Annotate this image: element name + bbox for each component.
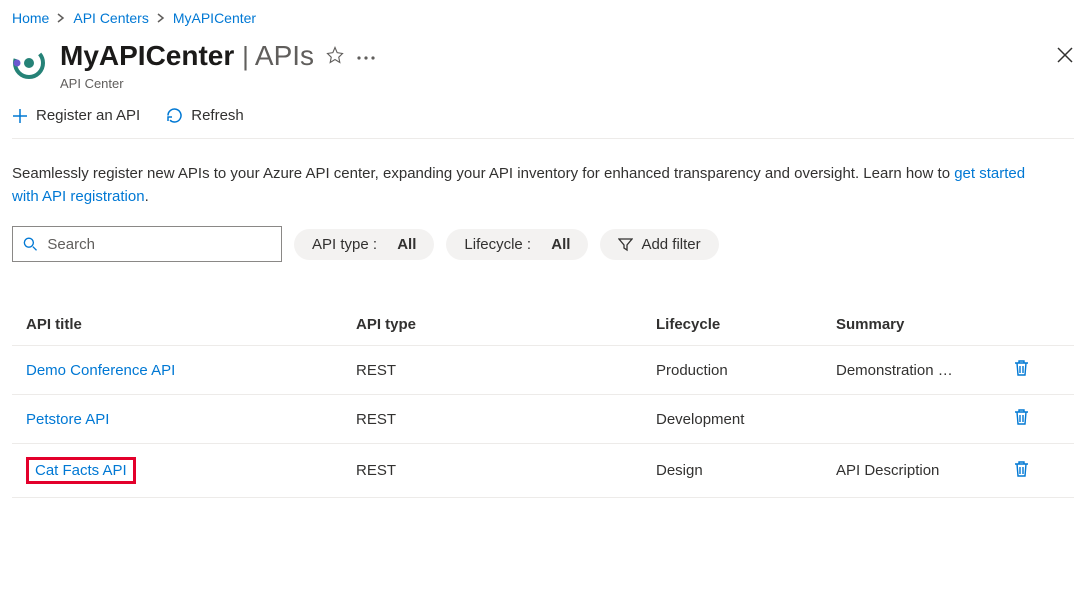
api-link[interactable]: Cat Facts API — [35, 462, 127, 479]
col-summary[interactable]: Summary — [836, 316, 996, 333]
more-icon[interactable] — [356, 48, 376, 64]
table-row[interactable]: Demo Conference API REST Production Demo… — [12, 346, 1074, 395]
refresh-button[interactable]: Refresh — [166, 107, 244, 124]
api-center-icon — [12, 46, 46, 80]
cell-api-type: REST — [356, 411, 656, 428]
page-description: Seamlessly register new APIs to your Azu… — [12, 163, 1032, 208]
table-header: API title API type Lifecycle Summary — [12, 306, 1074, 346]
plus-icon — [12, 108, 28, 124]
search-box[interactable] — [12, 226, 282, 262]
trash-icon — [1013, 460, 1030, 478]
close-icon[interactable] — [1056, 40, 1074, 67]
cell-lifecycle: Production — [656, 362, 836, 379]
col-api-title[interactable]: API title — [26, 316, 356, 333]
trash-icon — [1013, 359, 1030, 377]
cell-api-type: REST — [356, 462, 656, 479]
filters-row: API type : All Lifecycle : All Add filte… — [12, 226, 1074, 262]
search-input[interactable] — [47, 236, 271, 253]
api-link[interactable]: Petstore API — [26, 411, 109, 428]
resource-type-label: API Center — [60, 76, 1042, 91]
col-api-type[interactable]: API type — [356, 316, 656, 333]
favorite-star-icon[interactable] — [326, 46, 344, 67]
cell-summary: Demonstration … — [836, 362, 996, 379]
cell-lifecycle: Design — [656, 462, 836, 479]
add-filter-button[interactable]: Add filter — [600, 229, 718, 260]
breadcrumb-home[interactable]: Home — [12, 10, 49, 26]
breadcrumb-api-centers[interactable]: API Centers — [73, 10, 148, 26]
col-lifecycle[interactable]: Lifecycle — [656, 316, 836, 333]
filter-icon — [618, 237, 633, 252]
command-bar: Register an API Refresh — [12, 107, 1074, 139]
api-link[interactable]: Demo Conference API — [26, 362, 175, 379]
delete-button[interactable] — [1013, 408, 1030, 430]
delete-button[interactable] — [1013, 460, 1030, 482]
cell-summary: API Description — [836, 462, 996, 479]
filter-lifecycle[interactable]: Lifecycle : All — [446, 229, 588, 260]
table-row[interactable]: Cat Facts API REST Design API Descriptio… — [12, 444, 1074, 498]
page-header: MyAPICenter |APIs API Center — [12, 40, 1074, 91]
chevron-right-icon — [57, 10, 65, 26]
cell-api-type: REST — [356, 362, 656, 379]
breadcrumb-current[interactable]: MyAPICenter — [173, 10, 256, 26]
refresh-icon — [166, 107, 183, 124]
delete-button[interactable] — [1013, 359, 1030, 381]
apis-table: API title API type Lifecycle Summary Dem… — [12, 306, 1074, 498]
page-title: MyAPICenter |APIs — [60, 40, 314, 72]
register-api-button[interactable]: Register an API — [12, 107, 140, 124]
chevron-right-icon — [157, 10, 165, 26]
trash-icon — [1013, 408, 1030, 426]
cell-lifecycle: Development — [656, 411, 836, 428]
search-icon — [23, 236, 37, 252]
table-row[interactable]: Petstore API REST Development — [12, 395, 1074, 444]
breadcrumb: Home API Centers MyAPICenter — [12, 6, 1074, 40]
filter-api-type[interactable]: API type : All — [294, 229, 434, 260]
